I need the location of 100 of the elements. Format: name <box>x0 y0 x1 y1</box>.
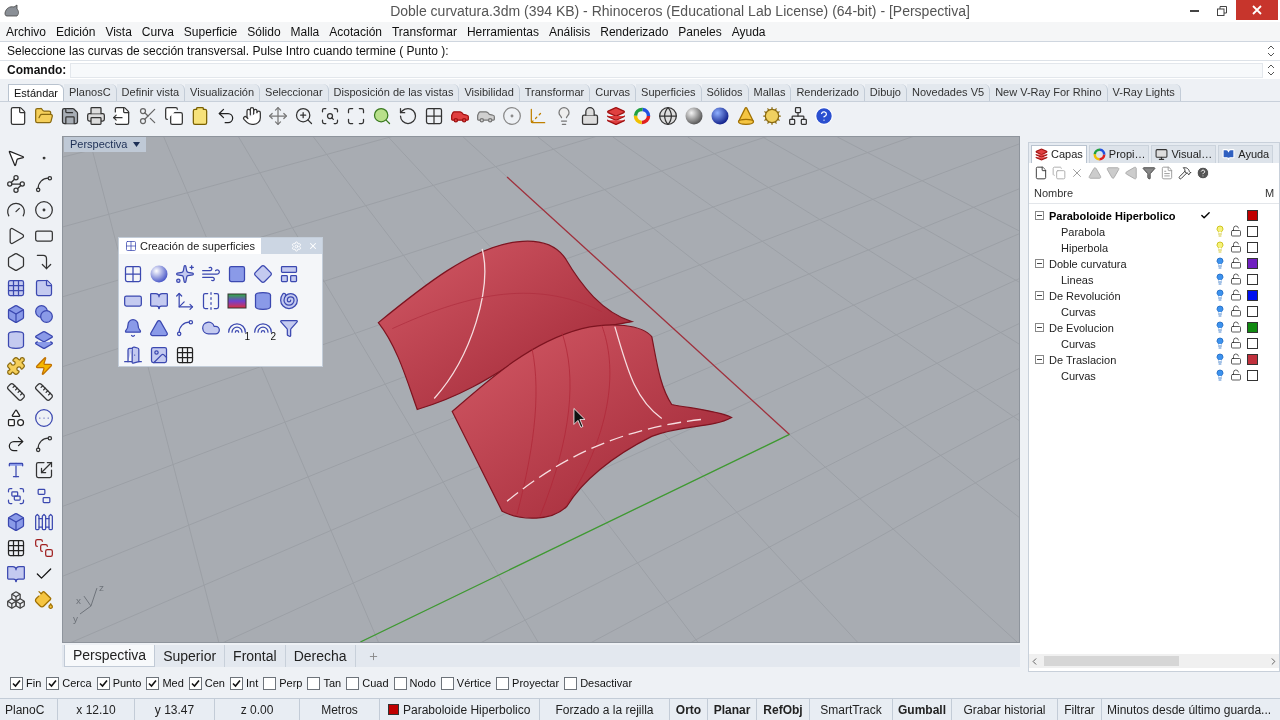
diamond-icon[interactable] <box>253 264 273 284</box>
cylinder-icon[interactable] <box>6 330 26 350</box>
group-icon[interactable] <box>6 486 26 506</box>
toolbar-tab[interactable]: Dibujo <box>864 84 907 101</box>
magnifier-frame-icon[interactable] <box>320 106 340 126</box>
check-icon[interactable] <box>1199 209 1211 221</box>
lightning-icon[interactable] <box>34 356 54 376</box>
toolbar-tab[interactable]: Disposición de las vistas <box>328 84 460 101</box>
shapes-icon[interactable] <box>6 408 26 428</box>
layer-name[interactable]: Curvas <box>1061 306 1096 318</box>
padlock-open-icon[interactable] <box>1230 225 1242 237</box>
file-arrow-icon[interactable] <box>112 106 132 126</box>
sphere-icon[interactable] <box>150 265 168 283</box>
undo-arrow-icon[interactable] <box>216 106 236 126</box>
waypoints-icon[interactable] <box>6 174 26 194</box>
image-icon[interactable] <box>149 345 169 365</box>
globe-icon[interactable] <box>658 106 678 126</box>
checkbox[interactable] <box>393 676 407 690</box>
magnifier-plus-icon[interactable] <box>294 106 314 126</box>
open-book-icon[interactable] <box>6 564 26 584</box>
layer-name[interactable]: Lineas <box>1061 274 1094 286</box>
hammer-icon[interactable] <box>1178 166 1192 180</box>
spline-icon[interactable] <box>34 174 54 194</box>
lightbulb-icon[interactable] <box>1214 289 1226 301</box>
menu-item[interactable]: Edición <box>51 22 101 41</box>
menu-item[interactable]: Vista <box>100 22 137 41</box>
tree-toggle-icon[interactable] <box>1035 322 1044 332</box>
layers-icon[interactable] <box>606 106 626 126</box>
padlock-open-icon[interactable] <box>1230 257 1242 269</box>
hand-icon[interactable] <box>242 106 262 126</box>
checkbox[interactable] <box>496 676 510 690</box>
wind-icon[interactable] <box>201 264 221 284</box>
scroll-arrows-icon[interactable] <box>1267 44 1275 58</box>
printer-icon[interactable] <box>86 106 106 126</box>
move-arrows-icon[interactable] <box>268 106 288 126</box>
lightbulb-icon[interactable] <box>1214 305 1226 317</box>
tree-toggle-icon[interactable] <box>1035 290 1044 300</box>
help-icon[interactable] <box>814 106 834 126</box>
note-icon[interactable] <box>34 278 54 298</box>
toolbar-tab[interactable]: Definir vista <box>116 84 186 101</box>
tree-toggle-icon[interactable] <box>1035 258 1044 268</box>
panel-tab[interactable]: Ayuda <box>1218 145 1274 163</box>
ruler-icon[interactable] <box>34 382 54 402</box>
gradient-square-icon[interactable] <box>227 291 247 311</box>
menu-item[interactable]: Superficie <box>178 22 243 41</box>
toolbar-tab[interactable]: Superficies <box>636 84 702 101</box>
tree-toggle-icon[interactable] <box>1035 210 1044 220</box>
menu-item[interactable]: Sólido <box>242 22 286 41</box>
rotate-arrow-icon[interactable] <box>398 106 418 126</box>
padlock-open-icon[interactable] <box>1230 289 1242 301</box>
lightbulb-icon[interactable] <box>1214 337 1226 349</box>
menu-item[interactable]: Malla <box>285 22 325 41</box>
cube-icon[interactable] <box>6 304 26 324</box>
fence-icon[interactable] <box>34 512 54 532</box>
grid-icon[interactable] <box>123 264 143 284</box>
viewport-title[interactable]: Perspectiva <box>64 137 147 152</box>
checkbox[interactable] <box>263 676 277 690</box>
stacked-sheets-icon[interactable] <box>34 330 54 350</box>
padlock-open-icon[interactable] <box>1230 305 1242 317</box>
panel-tab[interactable]: Propi… <box>1088 145 1150 163</box>
menu-item[interactable]: Ayuda <box>726 22 771 41</box>
open-folder-icon[interactable] <box>34 106 54 126</box>
status-toggle[interactable]: Planar <box>708 699 757 720</box>
layer-name[interactable]: Hiperbola <box>1061 242 1109 254</box>
hexagon-icon[interactable] <box>6 252 26 272</box>
cplane-label[interactable]: PlanoC <box>0 699 58 720</box>
menu-item[interactable]: Renderizado <box>595 22 674 41</box>
toolbar-tab[interactable]: Seleccionar <box>260 84 329 101</box>
viewport-tab[interactable]: Frontal <box>225 645 286 667</box>
panel-layout-icon[interactable] <box>279 264 299 284</box>
cone-icon[interactable] <box>736 106 756 126</box>
door-icon[interactable] <box>123 345 143 365</box>
toolbar-tab[interactable]: Curvas <box>590 84 637 101</box>
layer-name[interactable]: De Traslacion <box>1049 354 1117 366</box>
checkbox[interactable] <box>307 676 321 690</box>
panel-tab[interactable]: Capas <box>1031 145 1087 163</box>
circle-dot-icon[interactable] <box>34 200 54 220</box>
checkbox[interactable] <box>346 676 360 690</box>
toolbar-tab[interactable]: PlanosC <box>64 84 117 101</box>
toolbar-tab[interactable]: New V-Ray For Rhino <box>990 84 1108 101</box>
overlapping-circles-icon[interactable] <box>34 304 54 324</box>
lightbulb-icon[interactable] <box>1214 257 1226 269</box>
curved-arrow-icon[interactable] <box>6 434 26 454</box>
grid-icon[interactable] <box>6 538 26 558</box>
layer-name[interactable]: Paraboloide Hiperbolico <box>1049 210 1176 222</box>
checkbox[interactable] <box>10 676 23 690</box>
color-swatch-icon[interactable] <box>1246 273 1258 285</box>
command-input[interactable] <box>70 62 1263 78</box>
spline-icon[interactable] <box>34 434 54 454</box>
copy-icon[interactable] <box>164 106 184 126</box>
current-layer-name[interactable]: Paraboloide Hiperbolico <box>403 700 531 719</box>
magnifier-icon[interactable] <box>372 106 392 126</box>
status-toggle[interactable]: SmartTrack <box>810 699 893 720</box>
status-toggle[interactable]: Grabar historial <box>952 699 1058 720</box>
color-swatch-icon[interactable] <box>1246 289 1258 301</box>
network-icon[interactable] <box>788 106 808 126</box>
shaded-sphere-icon[interactable] <box>685 107 703 125</box>
menu-item[interactable]: Paneles <box>673 22 727 41</box>
color-ring-icon[interactable] <box>633 107 651 125</box>
color-swatch-icon[interactable] <box>1246 353 1258 365</box>
